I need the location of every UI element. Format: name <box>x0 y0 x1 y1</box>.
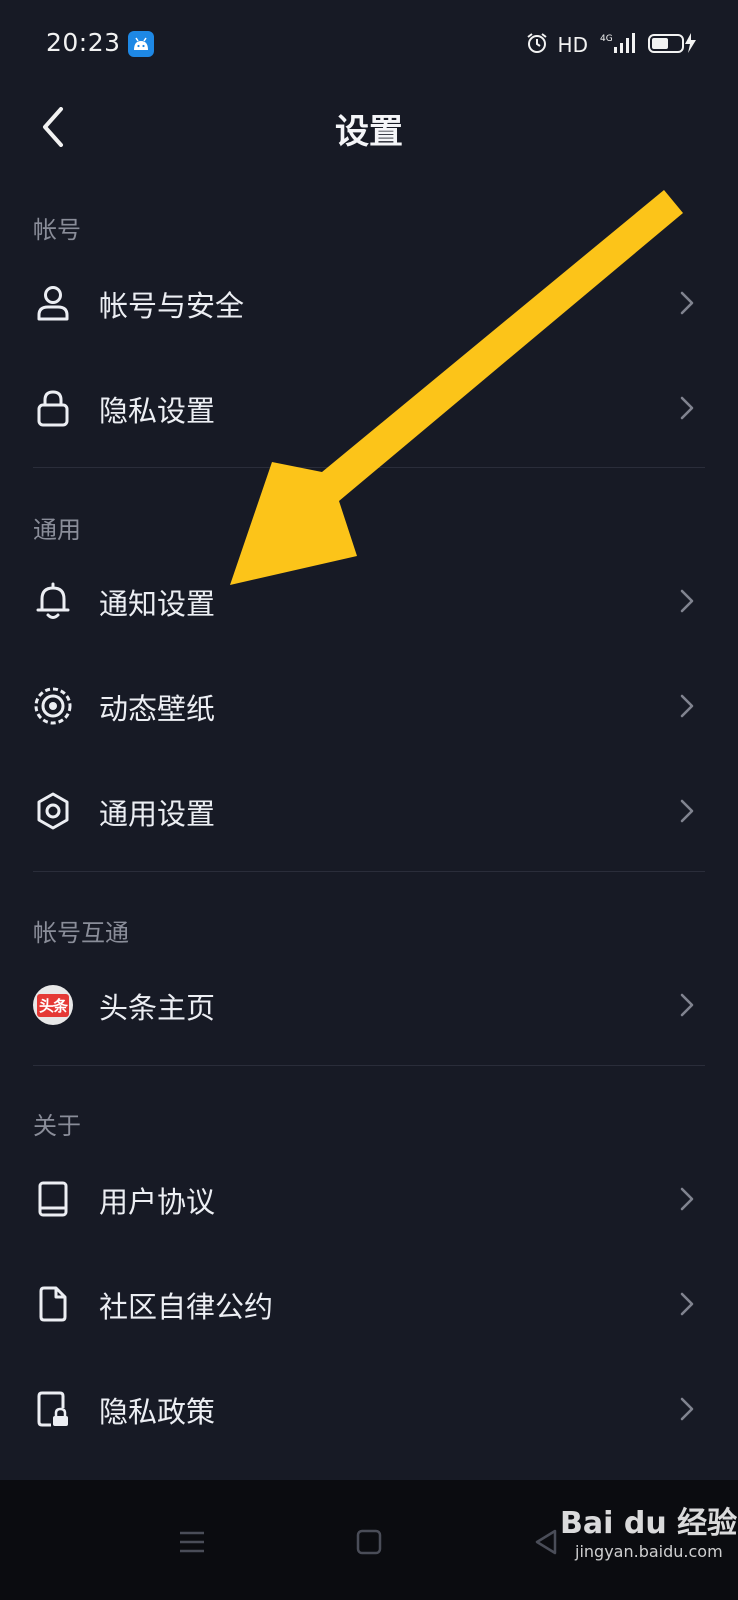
menu-item-notification-settings[interactable]: 通知设置 <box>0 548 738 654</box>
chevron-right-icon <box>680 589 694 613</box>
menu-item-label: 动态壁纸 <box>99 692 216 726</box>
chevron-right-icon <box>680 1397 694 1421</box>
privacy-document-icon <box>33 1389 73 1429</box>
svg-text:4G: 4G <box>600 34 613 44</box>
android-notification-icon <box>128 31 154 57</box>
divider <box>33 871 705 872</box>
menu-item-privacy-policy[interactable]: 隐私政策 <box>0 1356 738 1462</box>
menu-item-label: 帐号与安全 <box>99 289 245 323</box>
home-square-icon <box>356 1529 382 1555</box>
menu-item-label: 头条主页 <box>99 991 216 1025</box>
menu-nav-button[interactable] <box>162 1512 222 1572</box>
watermark-url: jingyan.baidu.com <box>575 1542 723 1561</box>
menu-item-label: 社区自律公约 <box>99 1290 274 1324</box>
status-bar: 20:23 HD 4G <box>0 0 738 90</box>
baidu-watermark: Bai du 经验 <box>560 1506 738 1541</box>
home-nav-button[interactable] <box>339 1512 399 1572</box>
document-icon <box>33 1284 73 1324</box>
section-title-account: 帐号 <box>33 216 81 244</box>
menu-item-toutiao-homepage[interactable]: 头条 头条主页 <box>0 952 738 1058</box>
menu-icon <box>180 1531 204 1553</box>
triangle-back-icon <box>535 1529 557 1555</box>
chevron-right-icon <box>680 694 694 718</box>
signal-icon: 4G <box>598 31 638 59</box>
menu-item-label: 通用设置 <box>99 797 216 831</box>
section-title-about: 关于 <box>33 1112 81 1140</box>
divider <box>33 1065 705 1066</box>
battery-icon <box>648 31 698 59</box>
menu-item-community-code[interactable]: 社区自律公约 <box>0 1251 738 1357</box>
gear-icon <box>33 791 73 831</box>
header: 设置 <box>0 90 738 190</box>
chevron-right-icon <box>680 291 694 315</box>
chevron-right-icon <box>680 1187 694 1211</box>
section-title-account-link: 帐号互通 <box>33 919 129 947</box>
section-title-general: 通用 <box>33 516 81 544</box>
status-icons: HD 4G <box>526 30 698 60</box>
menu-item-privacy-settings[interactable]: 隐私设置 <box>0 355 738 461</box>
user-icon <box>33 283 73 323</box>
menu-item-label: 隐私设置 <box>99 394 216 428</box>
menu-item-account-security[interactable]: 帐号与安全 <box>0 250 738 356</box>
menu-item-label: 用户协议 <box>99 1185 216 1219</box>
book-icon <box>33 1179 73 1219</box>
chevron-right-icon <box>680 799 694 823</box>
toutiao-logo-icon: 头条 <box>33 985 73 1025</box>
navigation-bar: Bai du 经验 jingyan.baidu.com <box>0 1480 738 1600</box>
menu-item-label: 隐私政策 <box>99 1395 216 1429</box>
menu-item-dynamic-wallpaper[interactable]: 动态壁纸 <box>0 653 738 759</box>
chevron-right-icon <box>680 396 694 420</box>
alarm-icon <box>526 32 548 58</box>
bell-icon <box>33 581 73 621</box>
chevron-right-icon <box>680 1292 694 1316</box>
lock-icon <box>33 388 73 428</box>
menu-item-general-settings[interactable]: 通用设置 <box>0 758 738 864</box>
divider <box>33 467 705 468</box>
menu-item-label: 通知设置 <box>99 587 216 621</box>
page-title: 设置 <box>335 112 403 152</box>
hd-label: HD <box>557 33 588 57</box>
status-time: 20:23 <box>46 28 121 57</box>
menu-item-user-agreement[interactable]: 用户协议 <box>0 1146 738 1252</box>
chevron-right-icon <box>680 993 694 1017</box>
wallpaper-icon <box>33 686 73 726</box>
